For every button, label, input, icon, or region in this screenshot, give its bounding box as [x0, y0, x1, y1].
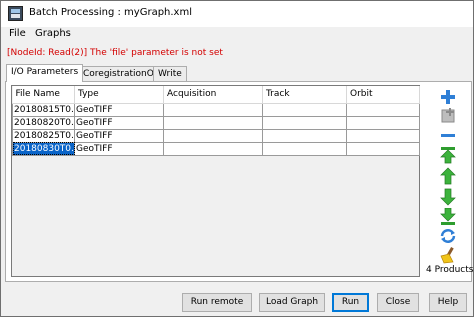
tab-write[interactable]: Write: [153, 66, 187, 82]
io-parameters-panel: File Name Type Acquisition Track Orbit 2…: [5, 81, 474, 282]
cell-orbit[interactable]: [346, 115, 420, 130]
cell-type[interactable]: GeoTIFF: [74, 141, 164, 156]
table-header: File Name Type Acquisition Track Orbit: [12, 86, 420, 104]
cell-track[interactable]: [262, 115, 347, 130]
load-graph-button[interactable]: Load Graph: [259, 293, 325, 312]
batch-processing-window: Batch Processing : myGraph.xml File Grap…: [0, 0, 474, 317]
column-header-type[interactable]: Type: [74, 86, 164, 104]
menu-graphs[interactable]: Graphs: [35, 28, 71, 39]
products-count: 4 Products: [426, 265, 474, 275]
tab-coregistration-op[interactable]: CoregistrationOp: [78, 66, 165, 82]
app-icon: [8, 6, 23, 21]
cell-track[interactable]: [262, 128, 347, 143]
cell-orbit[interactable]: [346, 141, 420, 156]
cell-acquisition[interactable]: [163, 128, 263, 143]
column-header-acquisition[interactable]: Acquisition: [163, 86, 263, 104]
table-row-selected[interactable]: 20180830T0... GeoTIFF: [12, 141, 420, 156]
table-row[interactable]: 20180825T0... GeoTIFF: [12, 128, 420, 143]
run-button[interactable]: Run: [332, 293, 369, 312]
error-message: [NodeId: Read(2)] The 'file' parameter i…: [7, 48, 223, 58]
cell-file-name[interactable]: 20180820T0...: [12, 115, 75, 130]
add-opened-icon[interactable]: [438, 107, 458, 125]
move-top-icon[interactable]: [438, 146, 458, 164]
close-button[interactable]: Close: [377, 293, 419, 312]
cell-track[interactable]: [262, 141, 347, 156]
add-icon[interactable]: [438, 88, 458, 106]
refresh-icon[interactable]: [438, 227, 458, 245]
menu-file[interactable]: File: [9, 28, 26, 39]
cell-acquisition[interactable]: [163, 115, 263, 130]
product-toolbar: 4 Products: [424, 84, 474, 279]
column-header-track[interactable]: Track: [262, 86, 347, 104]
window-title: Batch Processing : myGraph.xml: [29, 7, 192, 18]
title-bar[interactable]: Batch Processing : myGraph.xml: [1, 1, 473, 27]
cell-orbit[interactable]: [346, 128, 420, 143]
move-up-icon[interactable]: [438, 167, 458, 185]
cell-file-name[interactable]: 20180830T0...: [12, 141, 75, 156]
cell-type[interactable]: GeoTIFF: [74, 115, 164, 130]
product-table-container[interactable]: File Name Type Acquisition Track Orbit 2…: [11, 85, 420, 277]
cell-file-name[interactable]: 20180815T0...: [12, 102, 75, 117]
product-table: File Name Type Acquisition Track Orbit 2…: [12, 86, 420, 156]
menu-bar: File Graphs: [1, 27, 473, 43]
column-header-file-name[interactable]: File Name: [12, 86, 75, 104]
cell-type[interactable]: GeoTIFF: [74, 128, 164, 143]
remove-icon[interactable]: [438, 127, 458, 145]
run-remote-button[interactable]: Run remote: [182, 293, 252, 312]
move-down-icon[interactable]: [438, 188, 458, 206]
column-header-orbit[interactable]: Orbit: [346, 86, 420, 104]
cell-orbit[interactable]: [346, 102, 420, 117]
table-row[interactable]: 20180820T0... GeoTIFF: [12, 115, 420, 130]
tab-io-parameters[interactable]: I/O Parameters: [6, 64, 84, 82]
cell-track[interactable]: [262, 102, 347, 117]
help-button[interactable]: Help: [429, 293, 467, 312]
cell-type[interactable]: GeoTIFF: [74, 102, 164, 117]
cell-acquisition[interactable]: [163, 102, 263, 117]
table-row[interactable]: 20180815T0... GeoTIFF: [12, 102, 420, 117]
cell-acquisition[interactable]: [163, 141, 263, 156]
cell-file-name[interactable]: 20180825T0...: [12, 128, 75, 143]
move-bottom-icon[interactable]: [438, 208, 458, 226]
clear-icon[interactable]: [438, 246, 458, 264]
